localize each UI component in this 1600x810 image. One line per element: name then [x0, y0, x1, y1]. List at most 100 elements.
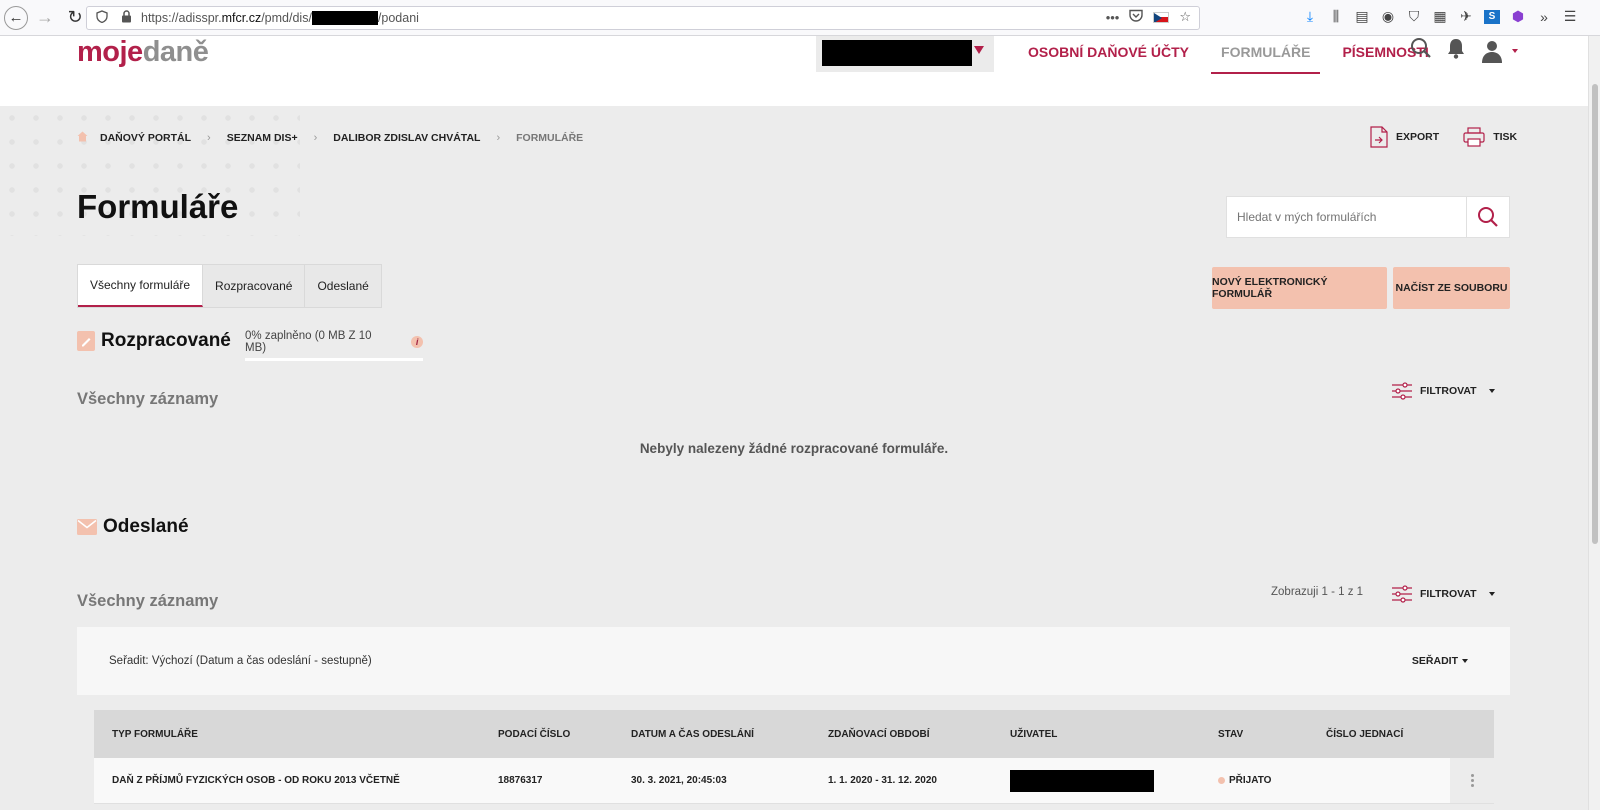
column-header-sent-at[interactable]: DATUM A ČAS ODESLÁNÍ — [631, 710, 754, 758]
extension-icon[interactable]: ✈ — [1458, 8, 1474, 25]
bell-icon[interactable] — [1446, 36, 1466, 65]
column-header-reference-number[interactable]: ČÍSLO JEDNACÍ — [1326, 710, 1403, 758]
search-icon — [1478, 207, 1498, 227]
print-button[interactable]: TISK — [1463, 127, 1517, 147]
export-icon — [1370, 126, 1388, 148]
storage-text: 0% zaplněno (0 MB Z 10 MB) — [245, 330, 372, 354]
caret-down-icon — [1462, 659, 1468, 664]
tab-all-forms[interactable]: Všechny formuláře — [78, 265, 204, 307]
export-label: EXPORT — [1396, 131, 1440, 143]
page-scrollbar[interactable] — [1588, 36, 1600, 810]
redacted-block — [822, 40, 972, 66]
print-label: TISK — [1493, 131, 1518, 143]
home-icon[interactable] — [77, 131, 88, 145]
printer-icon — [1463, 127, 1485, 147]
more-actions-icon[interactable]: ••• — [1106, 10, 1120, 25]
caret-down-icon — [1488, 389, 1495, 393]
back-icon[interactable]: ← — [4, 5, 28, 30]
address-bar[interactable]: https://adisspr. mfcr.cz /pmd/dis/ /poda… — [86, 6, 1200, 30]
cell-sent-at: 30. 3. 2021, 20:45:03 — [631, 775, 727, 786]
extension-purple-icon[interactable]: ⬢ — [1510, 8, 1526, 25]
breadcrumb-separator: › — [313, 132, 318, 144]
cell-form-type[interactable]: DAŇ Z PŘÍJMŮ FYZICKÝCH OSOB - OD ROKU 20… — [112, 758, 400, 803]
column-header-tax-period[interactable]: ZDAŇOVACÍ OBDOBÍ — [828, 710, 929, 758]
column-header-status[interactable]: STAV — [1218, 710, 1243, 758]
library-icon[interactable]: ⫼ — [1328, 8, 1344, 25]
column-header-form-type[interactable]: TYP FORMULÁŘE — [112, 710, 198, 758]
sent-filter-button[interactable]: FILTROVAT — [1392, 585, 1495, 603]
export-button[interactable]: EXPORT — [1370, 126, 1439, 148]
pocket-icon[interactable] — [1129, 9, 1144, 25]
sort-label: Seřadit: Výchozí (Datum a čas odeslání -… — [109, 655, 372, 667]
breadcrumb: DAŇOVÝ PORTÁL › SEZNAM DIS+ › DALIBOR ZD… — [77, 131, 583, 145]
url-suffix: /podani — [377, 11, 419, 25]
status-dot — [1218, 777, 1225, 784]
menu-icon[interactable]: ☰ — [1562, 8, 1578, 25]
url-prefix: https://adisspr. — [141, 11, 222, 25]
search-button[interactable] — [1466, 197, 1509, 237]
extension-shield-icon[interactable]: ⛉ — [1406, 8, 1422, 25]
new-electronic-form-button[interactable]: NOVÝ ELEKTRONICKÝ FORMULÁŘ — [1212, 267, 1387, 309]
search-icon[interactable] — [1410, 37, 1432, 64]
drafts-all-records: Všechny záznamy — [77, 390, 219, 408]
sort-button[interactable]: SEŘADIT — [1412, 655, 1468, 667]
cell-submission-number: 18876317 — [498, 775, 543, 786]
row-actions-button[interactable] — [1450, 758, 1494, 803]
subject-selector[interactable] — [816, 36, 994, 72]
sidebar-icon[interactable]: ▤ — [1354, 8, 1370, 25]
site-header: mojedaně OSOBNÍ DAŇOVÉ ÚČTY FORMULÁŘE PÍ… — [0, 36, 1588, 106]
page-title: Formuláře — [77, 188, 239, 225]
form-tabs: Všechny formuláře Rozpracované Odeslané — [77, 264, 382, 308]
reload-icon[interactable]: ↻ — [62, 5, 88, 31]
sent-all-records: Všechny záznamy — [77, 592, 219, 610]
breadcrumb-dis-list[interactable]: SEZNAM DIS+ — [227, 132, 298, 144]
caret-down-icon — [1488, 592, 1495, 596]
status-label: PŘIJATO — [1229, 775, 1272, 786]
star-icon[interactable]: ☆ — [1179, 9, 1191, 25]
column-header-user[interactable]: UŽIVATEL — [1010, 710, 1057, 758]
sent-forms-table: TYP FORMULÁŘE PODACÍ ČÍSLO DATUM A ČAS O… — [94, 710, 1494, 804]
url-host: mfcr.cz — [221, 11, 262, 25]
logo-part-2: daně — [142, 36, 209, 68]
table-row[interactable]: DAŇ Z PŘÍJMŮ FYZICKÝCH OSOB - OD ROKU 20… — [94, 758, 1494, 804]
cell-status: PŘIJATO — [1218, 758, 1271, 803]
column-header-submission-number[interactable]: PODACÍ ČÍSLO — [498, 710, 570, 758]
drafts-filter-button[interactable]: FILTROVAT — [1392, 382, 1495, 400]
sent-section-title: Odeslané — [77, 516, 189, 538]
browser-toolbar: ← → ↻ https://adisspr. mfcr.cz /pmd/dis/… — [0, 0, 1600, 36]
url-path: /pmd/dis/ — [261, 11, 312, 25]
sliders-icon — [1392, 382, 1412, 400]
nav-item-forms[interactable]: FORMULÁŘE — [1211, 44, 1321, 74]
forward-icon[interactable]: → — [32, 5, 58, 31]
nav-item-tax-accounts[interactable]: OSOBNÍ DAŇOVÉ ÚČTY — [1018, 44, 1199, 74]
kebab-icon — [1470, 774, 1474, 787]
logo-part-1: moje — [77, 36, 143, 68]
logo[interactable]: mojedaně — [77, 36, 209, 69]
breadcrumb-person[interactable]: DALIBOR ZDISLAV CHVÁTAL — [333, 132, 480, 144]
user-icon[interactable] — [1480, 39, 1518, 63]
scroll-thumb[interactable] — [1592, 84, 1598, 544]
tab-sent[interactable]: Odeslané — [305, 265, 380, 307]
table-header: TYP FORMULÁŘE PODACÍ ČÍSLO DATUM A ČAS O… — [94, 710, 1494, 758]
notes-icon[interactable]: ▦ — [1432, 8, 1448, 25]
shield-icon — [93, 10, 111, 26]
download-icon[interactable]: ⤓ — [1302, 8, 1318, 25]
filter-label: FILTROVAT — [1420, 385, 1477, 397]
draft-icon — [77, 331, 95, 351]
tab-drafts[interactable]: Rozpracované — [203, 265, 306, 307]
extension-s-icon[interactable]: S — [1484, 9, 1500, 24]
czech-flag-icon — [1153, 11, 1170, 23]
breadcrumb-tax-portal[interactable]: DAŇOVÝ PORTÁL — [100, 132, 191, 144]
overflow-menu-icon[interactable]: » — [1536, 9, 1552, 25]
sent-record-count: Zobrazuji 1 - 1 z 1 — [1271, 586, 1364, 598]
lock-icon — [117, 10, 135, 26]
load-from-file-button[interactable]: NAČÍST ZE SOUBORU — [1393, 267, 1510, 309]
drafts-title: Rozpracované — [101, 330, 231, 351]
info-icon[interactable]: i — [411, 336, 423, 348]
search-input[interactable] — [1227, 197, 1467, 237]
main-nav: OSOBNÍ DAŇOVÉ ÚČTY FORMULÁŘE PÍSEMNOSTI — [1018, 44, 1451, 74]
forms-search — [1226, 196, 1510, 238]
filter-label: FILTROVAT — [1420, 588, 1477, 600]
sliders-icon — [1392, 585, 1412, 603]
account-icon[interactable]: ◉ — [1380, 8, 1396, 25]
